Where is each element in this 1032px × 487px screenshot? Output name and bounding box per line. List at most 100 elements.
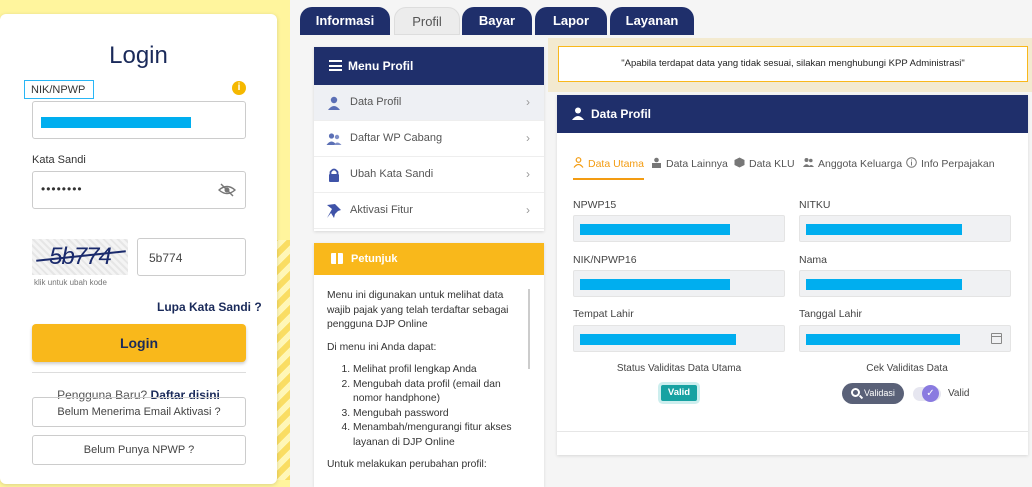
check-icon: ✓ — [922, 385, 939, 402]
npwp15-field — [573, 215, 785, 242]
petunjuk-header: Petunjuk — [314, 243, 544, 275]
scrollbar[interactable] — [528, 289, 530, 369]
redacted-value — [806, 334, 960, 345]
petunjuk-list: Melihat profil lengkap Anda Mengubah dat… — [327, 363, 522, 450]
redacted-value — [580, 279, 730, 290]
book-icon — [331, 253, 343, 264]
cek-validitas-label: Cek Validitas Data — [866, 363, 948, 374]
captcha-hint: klik untuk ubah kode — [34, 278, 107, 287]
login-title: Login — [109, 42, 168, 69]
data-profil-title: Data Profil — [591, 107, 652, 121]
subtab-info-perpajakan[interactable]: Info Perpajakan — [906, 157, 995, 170]
user-icon — [572, 107, 584, 120]
user-icon — [328, 96, 340, 110]
subtab-data-klu[interactable]: Data KLU — [734, 157, 795, 170]
subtab-label: Data Utama — [588, 158, 645, 170]
tanggal-lahir-label: Tanggal Lahir — [799, 308, 863, 320]
menu-item-label: Daftar WP Cabang — [350, 132, 443, 144]
tanggal-lahir-field[interactable] — [799, 325, 1011, 352]
validasi-button[interactable]: Validasi — [842, 383, 904, 404]
user-card-icon — [652, 157, 661, 168]
nik-npwp-input[interactable] — [32, 101, 246, 139]
tab-bayar[interactable]: Bayar — [462, 7, 532, 35]
users-icon — [803, 158, 814, 167]
tab-lapor[interactable]: Lapor — [535, 7, 607, 35]
nitku-label: NITKU — [799, 199, 831, 211]
list-item: Mengubah data profil (email dan nomor ha… — [353, 378, 522, 407]
nitku-field — [799, 215, 1011, 242]
menu-item-data-profil[interactable]: Data Profil › — [314, 85, 544, 121]
password-label: Kata Sandi — [32, 154, 86, 166]
data-profil-header: Data Profil — [557, 95, 1028, 133]
user-icon — [573, 157, 584, 168]
redacted-value — [806, 279, 962, 290]
list-item: Mengubah password — [353, 407, 522, 422]
pin-icon — [327, 204, 341, 218]
tab-layanan[interactable]: Layanan — [610, 7, 694, 35]
tab-profil[interactable]: Profil — [394, 7, 460, 35]
divider — [557, 431, 1028, 432]
users-icon — [326, 133, 342, 145]
calendar-icon[interactable] — [991, 333, 1002, 344]
status-badge: Valid — [661, 385, 697, 401]
data-profil-panel: Data Profil Data Utama Data Lainnya Data… — [557, 95, 1028, 455]
subtab-label: Anggota Keluarga — [818, 158, 903, 170]
valid-toggle[interactable]: ✓ — [913, 385, 941, 402]
redacted-value — [41, 117, 191, 128]
password-input[interactable]: •••••••• — [32, 171, 246, 209]
menu-profil-panel: Menu Profil Data Profil › Daftar WP Caba… — [314, 47, 544, 231]
captcha-input[interactable]: 5b774 — [137, 238, 246, 276]
redacted-value — [580, 334, 736, 345]
subtab-anggota-keluarga[interactable]: Anggota Keluarga — [803, 157, 902, 170]
petunjuk-body: Menu ini digunakan untuk melihat data wa… — [314, 275, 544, 473]
tempat-lahir-field — [573, 325, 785, 352]
petunjuk-footer: Untuk melakukan perubahan profil: — [327, 459, 487, 470]
forgot-password-link[interactable]: Lupa Kata Sandi ? — [157, 300, 262, 314]
nik-npwp-label: NIK/NPWP — [24, 80, 94, 99]
list-item: Melihat profil lengkap Anda — [353, 363, 522, 378]
toggle-label: Valid — [948, 388, 970, 399]
status-validitas-label: Status Validitas Data Utama — [616, 363, 742, 374]
hamburger-icon — [329, 60, 342, 71]
menu-item-ubah-kata-sandi[interactable]: Ubah Kata Sandi › — [314, 157, 544, 193]
nik-npwp16-field — [573, 270, 785, 297]
petunjuk-title: Petunjuk — [351, 253, 398, 265]
tempat-lahir-label: Tempat Lahir — [573, 308, 634, 320]
redacted-value — [806, 224, 962, 235]
menu-item-label: Aktivasi Fitur — [350, 204, 413, 216]
nama-label: Nama — [799, 254, 828, 266]
info-circle-icon — [906, 157, 917, 168]
menu-profil-header: Menu Profil — [314, 47, 544, 85]
captcha-image[interactable]: 5b774 — [32, 239, 128, 275]
subtab-data-lainnya[interactable]: Data Lainnya — [651, 157, 728, 170]
eye-off-icon[interactable] — [218, 183, 236, 197]
login-button[interactable]: Login — [32, 324, 246, 362]
nama-field — [799, 270, 1011, 297]
subtab-label: Data KLU — [749, 158, 795, 170]
info-icon[interactable]: i — [232, 81, 246, 95]
captcha-text: 5b774 — [49, 243, 112, 270]
menu-item-aktivasi-fitur[interactable]: Aktivasi Fitur › — [314, 193, 544, 229]
validasi-button-label: Validasi — [864, 388, 895, 398]
chevron-right-icon: › — [526, 131, 530, 145]
menu-item-daftar-wp-cabang[interactable]: Daftar WP Cabang › — [314, 121, 544, 157]
email-activation-button[interactable]: Belum Menerima Email Aktivasi ? — [32, 397, 246, 427]
petunjuk-subtitle: Di menu ini Anda dapat: — [327, 341, 437, 353]
subtab-label: Data Lainnya — [666, 158, 728, 170]
redacted-value — [580, 224, 730, 235]
menu-profil-title: Menu Profil — [348, 59, 414, 73]
no-npwp-button[interactable]: Belum Punya NPWP ? — [32, 435, 246, 465]
menu-item-label: Ubah Kata Sandi — [350, 168, 434, 180]
lock-icon — [329, 168, 339, 182]
chevron-right-icon: › — [526, 167, 530, 181]
divider — [32, 372, 246, 373]
petunjuk-panel: Petunjuk Menu ini digunakan untuk meliha… — [314, 243, 544, 487]
password-value: •••••••• — [41, 182, 83, 196]
notice-message: "Apabila terdapat data yang tidak sesuai… — [558, 46, 1028, 82]
list-item: Menambah/mengurangi fitur akses layanan … — [353, 421, 522, 450]
tab-informasi[interactable]: Informasi — [300, 7, 390, 35]
box-icon — [734, 157, 745, 168]
subtab-data-utama[interactable]: Data Utama — [573, 157, 645, 180]
npwp15-label: NPWP15 — [573, 199, 617, 211]
menu-item-label: Data Profil — [350, 96, 402, 108]
